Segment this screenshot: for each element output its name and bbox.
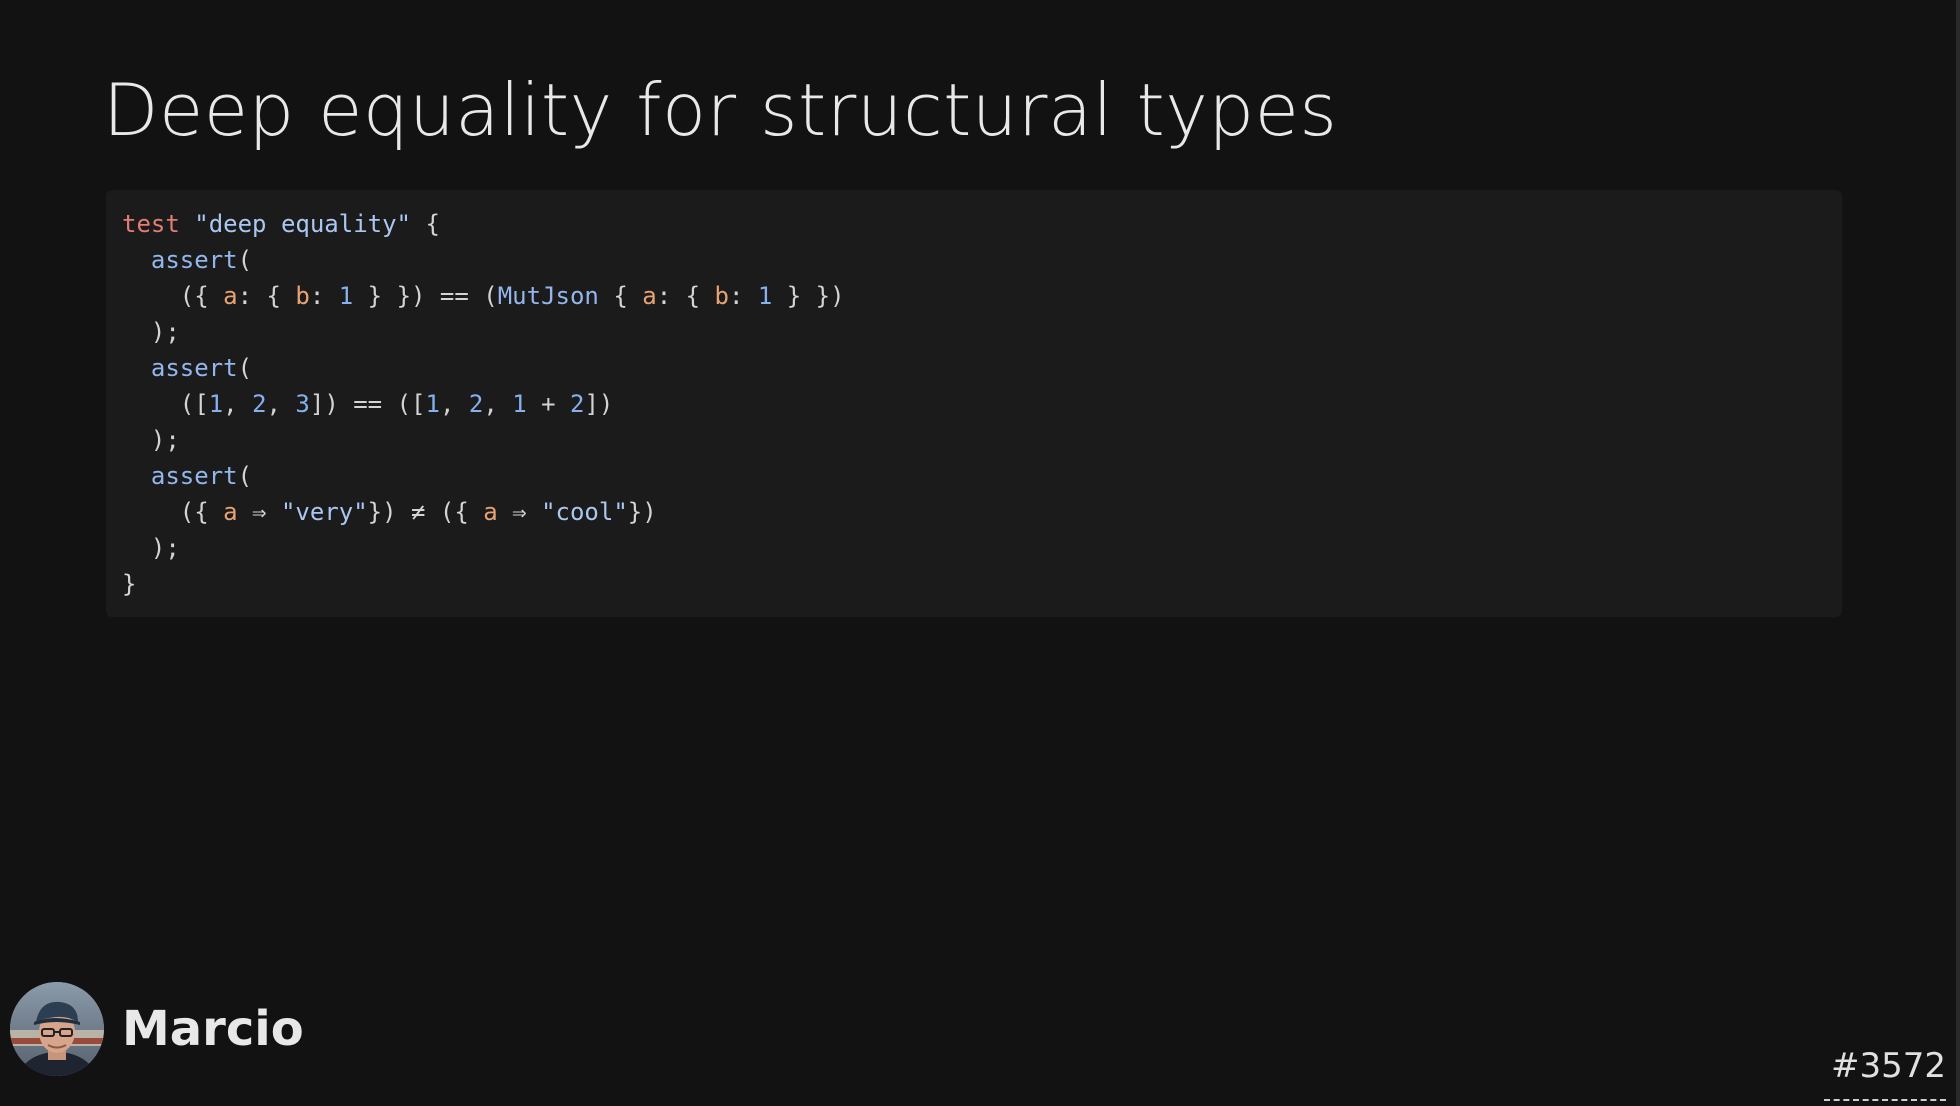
code-line: ); <box>122 530 1826 566</box>
code-line: ([1, 2, 3]) == ([1, 2, 1 + 2]) <box>122 386 1826 422</box>
code-token-str: "cool" <box>541 498 628 526</box>
code-line: assert( <box>122 242 1826 278</box>
code-line: ({ a: { b: 1 } }) == (MutJson { a: { b: … <box>122 278 1826 314</box>
code-token-str: "deep equality" <box>194 210 411 238</box>
code-token-punc: : <box>309 282 339 310</box>
code-token-fn: assert <box>150 246 238 274</box>
code-token-prop: a <box>223 498 238 526</box>
code-token-punc: ([ <box>122 390 209 418</box>
code-token-num: 1 <box>208 390 224 418</box>
presenter-badge: Marcio <box>10 982 304 1076</box>
code-token-num: 1 <box>512 390 527 418</box>
code-token-prop: a <box>483 498 498 526</box>
code-token-prop: b <box>295 282 310 310</box>
code-token-num: 2 <box>468 390 484 418</box>
code-token-punc: ({ <box>122 282 224 310</box>
code-token-punc: ]) <box>584 390 614 418</box>
code-token-num: 1 <box>338 282 354 310</box>
code-token-punc: : { <box>237 282 296 310</box>
code-token-punc: ( <box>237 354 253 382</box>
code-line: ); <box>122 314 1826 350</box>
code-line: assert( <box>122 350 1826 386</box>
code-token-punc: : { <box>656 282 715 310</box>
code-token-fn: assert <box>150 462 238 490</box>
code-token-punc: } }) <box>772 282 845 310</box>
code-token-num: 1 <box>757 282 773 310</box>
code-token-str: "very" <box>280 498 368 526</box>
code-token-punc: } }) <box>353 282 440 310</box>
code-token-punc: ); <box>122 534 180 562</box>
code-token-punc <box>122 354 151 382</box>
code-token-punc: ( <box>237 462 253 490</box>
code-line: ); <box>122 422 1826 458</box>
code-token-punc: , <box>483 390 513 418</box>
code-token-punc: ); <box>122 426 180 454</box>
code-token-punc <box>180 210 194 238</box>
slide-number: #3572 <box>1830 1046 1946 1086</box>
code-token-punc: { <box>411 210 440 238</box>
code-token-punc: , <box>439 390 469 418</box>
code-token-punc: ⇒ <box>237 498 281 526</box>
code-line: ({ a ⇒ "very"}) ≠ ({ a ⇒ "cool"}) <box>122 494 1826 530</box>
code-token-prop: b <box>714 282 729 310</box>
presenter-name: Marcio <box>122 1001 304 1057</box>
code-token-num: 2 <box>570 390 585 418</box>
slide: Deep equality for structural types test … <box>0 0 1960 1106</box>
code-line: test "deep equality" { <box>122 206 1826 242</box>
code-token-punc: == <box>353 390 383 418</box>
code-token-prop: a <box>223 282 238 310</box>
presenter-avatar-icon <box>10 982 104 1076</box>
code-block: test "deep equality" { assert( ({ a: { b… <box>106 190 1842 617</box>
code-token-punc: , <box>223 390 253 418</box>
code-token-punc: ); <box>122 318 180 346</box>
code-token-punc: }) <box>627 498 657 526</box>
slide-title: Deep equality for structural types <box>103 68 1338 152</box>
slide-number-underline <box>1824 1099 1946 1101</box>
code-token-punc: { <box>598 282 643 310</box>
code-token-prop: a <box>642 282 657 310</box>
code-line: } <box>122 566 1826 602</box>
slide-edge-divider <box>1956 0 1960 1106</box>
code-token-punc: ( <box>237 246 253 274</box>
code-token-fn: assert <box>150 354 238 382</box>
code-token-num: 1 <box>425 390 440 418</box>
code-token-punc: + <box>526 390 571 418</box>
code-token-type: MutJson <box>497 282 599 310</box>
code-token-punc: } <box>122 570 137 598</box>
code-token-punc: ({ <box>122 498 224 526</box>
code-token-punc: == <box>439 282 469 310</box>
code-token-punc <box>122 246 151 274</box>
code-token-punc: : <box>728 282 758 310</box>
code-token-kw: test <box>122 210 180 238</box>
avatar-photo-icon <box>10 982 104 1076</box>
code-line: assert( <box>122 458 1826 494</box>
code-token-punc: ⇒ <box>497 498 542 526</box>
code-token-punc: ([ <box>382 390 426 418</box>
code-token-punc: }) ≠ ({ <box>367 498 484 526</box>
code-token-num: 2 <box>252 390 267 418</box>
code-token-punc: , <box>266 390 296 418</box>
code-token-num: 3 <box>295 390 310 418</box>
code-token-punc <box>122 462 151 490</box>
code-token-punc: ]) <box>309 390 354 418</box>
code-token-punc: ( <box>468 282 498 310</box>
